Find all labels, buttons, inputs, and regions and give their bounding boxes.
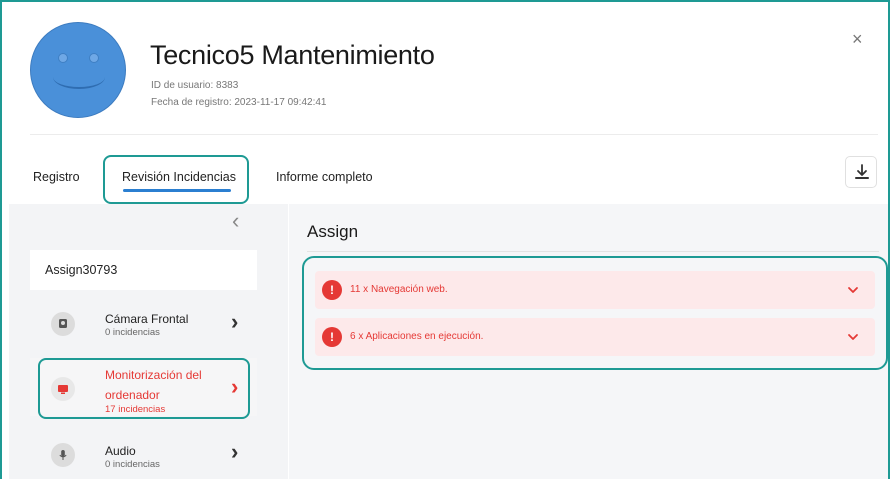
sidebar-item-title: Cámara Frontal bbox=[105, 312, 189, 326]
highlight-box-sidebar-item bbox=[38, 358, 250, 419]
registration-date: Fecha de registro: 2023-11-17 09:42:41 bbox=[151, 97, 327, 108]
section-title: Assign bbox=[307, 222, 359, 241]
avatar-eye-right bbox=[89, 53, 99, 63]
download-icon bbox=[855, 164, 869, 179]
highlight-box-incidents bbox=[302, 256, 888, 370]
chevron-right-icon[interactable]: › bbox=[231, 311, 238, 333]
sidebar-item-subtitle: 0 incidencias bbox=[105, 327, 160, 338]
microphone-icon bbox=[51, 443, 75, 467]
header-divider bbox=[30, 134, 878, 135]
tab-informe-completo[interactable]: Informe completo bbox=[276, 170, 373, 184]
sidebar-item-title: Audio bbox=[105, 444, 136, 458]
avatar bbox=[30, 22, 126, 118]
tab-registro[interactable]: Registro bbox=[33, 170, 80, 184]
highlight-box-tab bbox=[103, 155, 249, 204]
download-button[interactable] bbox=[845, 156, 877, 188]
close-icon[interactable]: × bbox=[852, 30, 863, 48]
webcam-icon bbox=[51, 312, 75, 336]
user-id: ID de usuario: 8383 bbox=[151, 80, 239, 91]
assign-label: Assign30793 bbox=[45, 263, 118, 277]
user-name: Tecnico5 Mantenimiento bbox=[150, 40, 435, 70]
avatar-eye-left bbox=[58, 53, 68, 63]
section-divider bbox=[307, 251, 879, 252]
collapse-sidebar-icon[interactable]: ‹ bbox=[232, 210, 239, 232]
sidebar-item-subtitle: 0 incidencias bbox=[105, 459, 160, 470]
chevron-right-icon[interactable]: › bbox=[231, 441, 238, 463]
avatar-mouth bbox=[53, 65, 105, 89]
